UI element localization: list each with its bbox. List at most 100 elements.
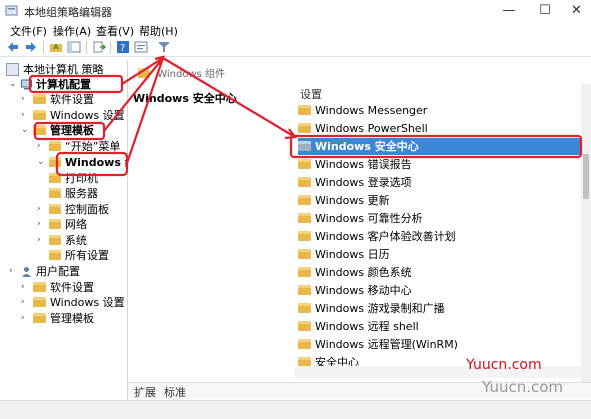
folder-icon <box>33 110 46 120</box>
list-item[interactable]: Windows 移动中心 <box>298 282 581 299</box>
list-item-label: Windows 安全中心 <box>315 140 419 153</box>
expand-arrow-icon[interactable]: › <box>9 264 17 279</box>
expand-arrow-icon[interactable]: › <box>21 295 29 310</box>
description-pane: Windows 组件 Windows 安全中心 <box>128 60 293 382</box>
tree-item-user-windows-settings[interactable]: › Windows 设置 <box>21 295 125 310</box>
tree-item-network[interactable]: › 网络 <box>37 217 87 232</box>
section-title: Windows 安全中心 <box>133 92 237 105</box>
folder-icon <box>298 249 311 259</box>
folder-icon <box>33 282 46 292</box>
list-item-label: Windows Messenger <box>315 104 428 117</box>
back-arrow-icon[interactable] <box>6 40 20 54</box>
show-hide-tree-icon[interactable] <box>67 40 81 54</box>
toolbar-divider <box>86 41 87 54</box>
tree-item-server[interactable]: 服务器 <box>49 186 98 201</box>
watermark-red: Yuucn.com <box>466 357 542 373</box>
tree-item-start-menu[interactable]: › “开始”菜单 <box>37 139 120 154</box>
folder-icon <box>298 285 311 295</box>
svg-text:?: ? <box>120 43 125 54</box>
settings-list: Windows Messenger Windows PowerShell Windo… <box>294 102 581 366</box>
tab-extended[interactable]: 扩展 <box>134 384 156 400</box>
folder-icon <box>49 204 61 214</box>
list-item[interactable]: Windows 错误报告 <box>298 156 581 173</box>
tree-item-root[interactable]: 本地计算机 策略 <box>6 62 104 77</box>
expand-arrow-icon[interactable]: › <box>37 233 45 248</box>
tree-item-all-settings[interactable]: 所有设置 <box>49 248 109 263</box>
folder-icon <box>49 157 61 167</box>
list-item[interactable]: Windows 客户体验改善计划 <box>298 228 581 245</box>
folder-icon <box>298 231 311 241</box>
filter-icon[interactable] <box>157 40 171 54</box>
menu-view[interactable]: 查看(V) <box>96 23 134 39</box>
tree-item-windows-components[interactable]: ⌄ Windows 组 <box>37 155 127 170</box>
help-icon[interactable]: ? <box>116 40 130 54</box>
tree-item-user-admin-templates[interactable]: › 管理模板 <box>21 311 94 326</box>
tree-item-printers[interactable]: 打印机 <box>49 171 98 186</box>
expand-arrow-icon[interactable]: › <box>37 202 45 217</box>
forward-arrow-icon[interactable] <box>24 40 38 54</box>
collapse-arrow-icon[interactable]: ⌄ <box>37 155 45 170</box>
list-item[interactable]: Windows 颜色系统 <box>298 264 581 281</box>
menu-help[interactable]: 帮助(H) <box>139 23 178 39</box>
folder-icon <box>298 177 311 187</box>
minimize-button[interactable]: — <box>494 0 524 22</box>
collapse-arrow-icon[interactable]: ⌄ <box>21 123 29 138</box>
export-list-icon[interactable] <box>92 40 106 54</box>
tree-item-software-settings[interactable]: › 软件设置 <box>21 92 94 107</box>
up-folder-icon[interactable] <box>49 40 63 54</box>
tree-item-system[interactable]: › 系统 <box>37 233 87 248</box>
expand-arrow-icon[interactable]: › <box>21 280 29 295</box>
folder-icon <box>298 267 311 277</box>
folder-icon <box>298 303 311 313</box>
expand-arrow-icon[interactable]: › <box>21 311 29 326</box>
tab-standard[interactable]: 标准 <box>164 384 186 400</box>
folder-icon <box>49 141 61 151</box>
folder-icon <box>298 105 311 115</box>
expand-arrow-icon[interactable]: › <box>37 139 45 154</box>
folder-icon <box>298 123 311 133</box>
folder-icon <box>298 321 311 331</box>
tree-item-user-software-settings[interactable]: › 软件设置 <box>21 280 94 295</box>
tree-item-windows-settings[interactable]: › Windows 设置 <box>21 108 125 123</box>
list-item-label: Windows 错误报告 <box>315 158 412 171</box>
list-item[interactable]: Windows 更新 <box>298 192 581 209</box>
policy-icon <box>6 62 19 76</box>
vertical-scrollbar[interactable] <box>581 84 591 382</box>
list-item-label: Windows 登录选项 <box>315 176 412 189</box>
column-header-settings[interactable]: 设置 <box>294 84 581 103</box>
folder-icon <box>298 141 311 151</box>
watermark-gray: Yuucn.com <box>482 378 564 396</box>
list-item[interactable]: Windows 远程管理(WinRM) <box>298 336 581 353</box>
folder-icon <box>298 195 311 205</box>
list-item-label: Windows 可靠性分析 <box>315 212 423 225</box>
list-item[interactable]: Windows PowerShell <box>298 120 581 137</box>
properties-icon[interactable] <box>134 40 148 54</box>
tree-item-user-config[interactable]: › 用户配置 <box>9 264 80 279</box>
collapse-arrow-icon[interactable]: ⌄ <box>9 77 17 92</box>
scrollbar-thumb[interactable] <box>583 154 589 199</box>
folder-icon <box>49 188 61 198</box>
tree-item-admin-templates[interactable]: ⌄ 管理模板 <box>21 123 94 138</box>
menu-file[interactable]: 文件(F) <box>10 23 47 39</box>
expand-arrow-icon[interactable]: › <box>37 217 45 232</box>
tree-pane: 本地计算机 策略 ⌄ 计算机配置 › 软件设置 › Windows 设置 ⌄ 管… <box>3 60 128 400</box>
window-title: 本地组策略编辑器 <box>24 6 112 19</box>
tree-item-computer-config[interactable]: ⌄ 计算机配置 <box>9 77 91 92</box>
list-item[interactable]: Windows 登录选项 <box>298 174 581 191</box>
close-button[interactable]: ✕ <box>562 0 591 22</box>
expand-arrow-icon[interactable]: › <box>21 108 29 123</box>
expand-arrow-icon[interactable]: › <box>21 92 29 107</box>
folder-icon <box>33 297 46 307</box>
list-item[interactable]: Windows 可靠性分析 <box>298 210 581 227</box>
tree-item-control-panel[interactable]: › 控制面板 <box>37 202 109 217</box>
menu-action[interactable]: 操作(A) <box>53 23 91 39</box>
list-item[interactable]: Windows 游戏录制和广播 <box>298 300 581 317</box>
folder-icon <box>298 213 311 223</box>
list-item-selected[interactable]: Windows 安全中心 <box>298 138 581 155</box>
list-item[interactable]: Windows 日历 <box>298 246 581 263</box>
folder-icon <box>298 339 311 349</box>
list-item[interactable]: Windows 远程 shell <box>298 318 581 335</box>
list-item-label: Windows 移动中心 <box>315 284 412 297</box>
list-item[interactable]: Windows Messenger <box>298 102 581 119</box>
maximize-button[interactable]: ☐ <box>530 0 560 22</box>
